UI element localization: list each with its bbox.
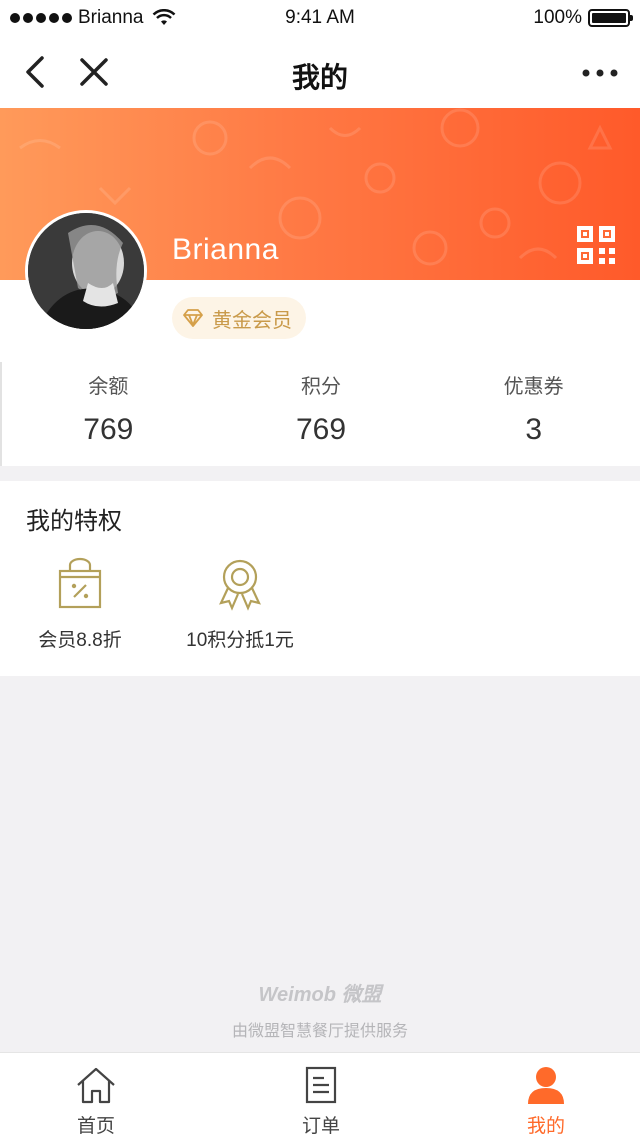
brand-logo: Weimob 微盟 <box>258 984 382 1006</box>
close-icon[interactable] <box>76 54 112 90</box>
more-icon[interactable] <box>580 56 620 90</box>
privilege-points[interactable]: 10积分抵1元 <box>160 557 320 652</box>
qr-code-icon[interactable] <box>577 226 615 264</box>
stat-value: 769 <box>295 413 347 446</box>
stat-label: 余额 <box>88 376 129 398</box>
avatar-photo <box>28 213 144 329</box>
stat-balance[interactable]: 余额 769 <box>2 362 215 466</box>
privilege-label: 会员8.8折 <box>38 630 122 651</box>
order-list-icon <box>305 1066 337 1104</box>
discount-bag-icon <box>58 557 102 609</box>
avatar[interactable] <box>25 210 147 332</box>
home-icon <box>77 1067 115 1104</box>
tab-label: 我的 <box>526 1116 565 1137</box>
status-bar: Brianna 9:41 AM 100% <box>0 0 640 38</box>
brand-footer: Weimob 微盟 由微盟智慧餐厅提供服务 <box>0 978 640 1041</box>
user-icon <box>528 1067 564 1104</box>
privileges-section: 我的特权 会员8.8折 10积分抵1元 <box>0 481 640 676</box>
stat-label: 积分 <box>301 376 341 398</box>
tab-bar: 首页 订单 我的 <box>0 1052 640 1138</box>
member-level-label: 黄金会员 <box>212 309 292 332</box>
battery-icon <box>588 9 633 27</box>
back-icon[interactable] <box>18 54 54 90</box>
stat-points[interactable]: 积分 769 <box>215 362 428 466</box>
stat-value: 769 <box>83 413 134 446</box>
tab-mine[interactable]: 我的 <box>491 1065 601 1138</box>
member-level-badge[interactable]: 黄金会员 <box>172 297 306 339</box>
username: Brianna <box>172 233 279 266</box>
privilege-label: 10积分抵1元 <box>186 630 294 651</box>
award-ribbon-icon <box>219 559 261 611</box>
nav-bar: 我的 <box>0 38 640 108</box>
tab-label: 首页 <box>76 1116 115 1137</box>
diamond-icon <box>183 309 203 327</box>
section-title: 我的特权 <box>26 508 122 535</box>
battery-percent: 100% <box>533 7 582 28</box>
tab-home[interactable]: 首页 <box>41 1065 151 1138</box>
stat-value: 3 <box>525 413 543 446</box>
tab-orders[interactable]: 订单 <box>266 1065 376 1138</box>
stat-coupons[interactable]: 优惠券 3 <box>427 362 640 466</box>
tab-label: 订单 <box>301 1116 340 1137</box>
account-stats: 余额 769 积分 769 优惠券 3 <box>0 362 640 466</box>
privilege-discount[interactable]: 会员8.8折 <box>0 557 160 652</box>
stat-label: 优惠券 <box>503 376 564 398</box>
brand-text: 由微盟智慧餐厅提供服务 <box>231 1023 408 1040</box>
status-right: 100% <box>533 7 633 29</box>
